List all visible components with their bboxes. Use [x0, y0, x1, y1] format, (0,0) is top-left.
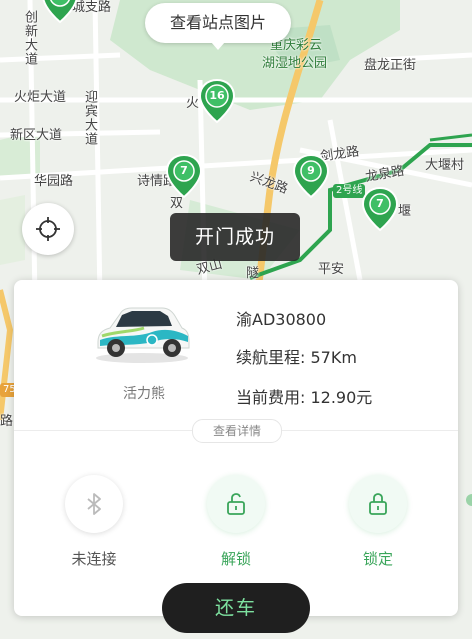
map-label: 盘龙正街 [364, 58, 417, 73]
toast-message: 开门成功 [170, 213, 300, 261]
unlock-label: 解锁 [220, 550, 251, 568]
location-pin-icon [361, 186, 399, 232]
station-count: 7 [376, 197, 384, 210]
license-plate: 渝AD30800 [236, 310, 327, 329]
station-count: 16 [209, 89, 225, 102]
map-label: 平安 [318, 262, 345, 277]
map-label: 火炬大道 [14, 90, 67, 105]
station-count: 7 [180, 164, 188, 177]
map-label: 创新大道 [22, 10, 37, 66]
location-pin-icon [42, 0, 78, 24]
lock-label: 锁定 [362, 550, 393, 568]
bluetooth-label: 未连接 [71, 550, 117, 568]
location-pin-icon [292, 153, 330, 199]
station-pin[interactable]: 16 [197, 78, 237, 126]
map-label: 隧 [246, 266, 260, 281]
station-pin[interactable]: 9 [291, 153, 331, 201]
map-label: 大堰村 [425, 158, 465, 173]
map-label: 路 [0, 414, 14, 429]
range-info: 续航里程: 57Km [236, 348, 357, 367]
map-label: 新区大道 [10, 128, 63, 143]
map-label-park: 湖湿地公园 [262, 56, 328, 71]
location-pin-icon [165, 153, 203, 199]
unlock-circle [207, 475, 265, 533]
lock-icon [369, 493, 387, 515]
car-model-name: 活力熊 [123, 386, 165, 402]
map-label: 华园路 [34, 174, 74, 189]
view-details-button[interactable]: 查看详情 [192, 419, 282, 443]
lock-button[interactable]: 锁定 [338, 475, 418, 569]
bluetooth-button[interactable]: 未连接 [54, 475, 134, 569]
location-pin-icon [198, 78, 236, 124]
locate-button[interactable] [22, 203, 74, 255]
lock-circle [349, 475, 407, 533]
car-info-card: 活力熊 渝AD30800 续航里程: 57Km 当前费用: 12.90元 查看详… [14, 280, 458, 616]
car-image [96, 307, 190, 363]
map-label: 迎宾大道 [82, 90, 97, 146]
return-car-button[interactable]: 还车 [162, 583, 310, 633]
unlock-icon [227, 493, 245, 515]
station-pin[interactable]: 7 [164, 153, 204, 201]
view-station-photos-button[interactable]: 查看站点图片 [145, 3, 291, 50]
bluetooth-circle [65, 475, 123, 533]
station-pin[interactable]: 7 [360, 186, 400, 234]
bluetooth-icon [87, 493, 101, 515]
current-cost: 当前费用: 12.90元 [236, 388, 373, 407]
unlock-button[interactable]: 解锁 [196, 475, 276, 569]
station-pin[interactable] [40, 0, 80, 26]
crosshair-icon [36, 217, 60, 241]
station-count: 9 [307, 164, 315, 177]
